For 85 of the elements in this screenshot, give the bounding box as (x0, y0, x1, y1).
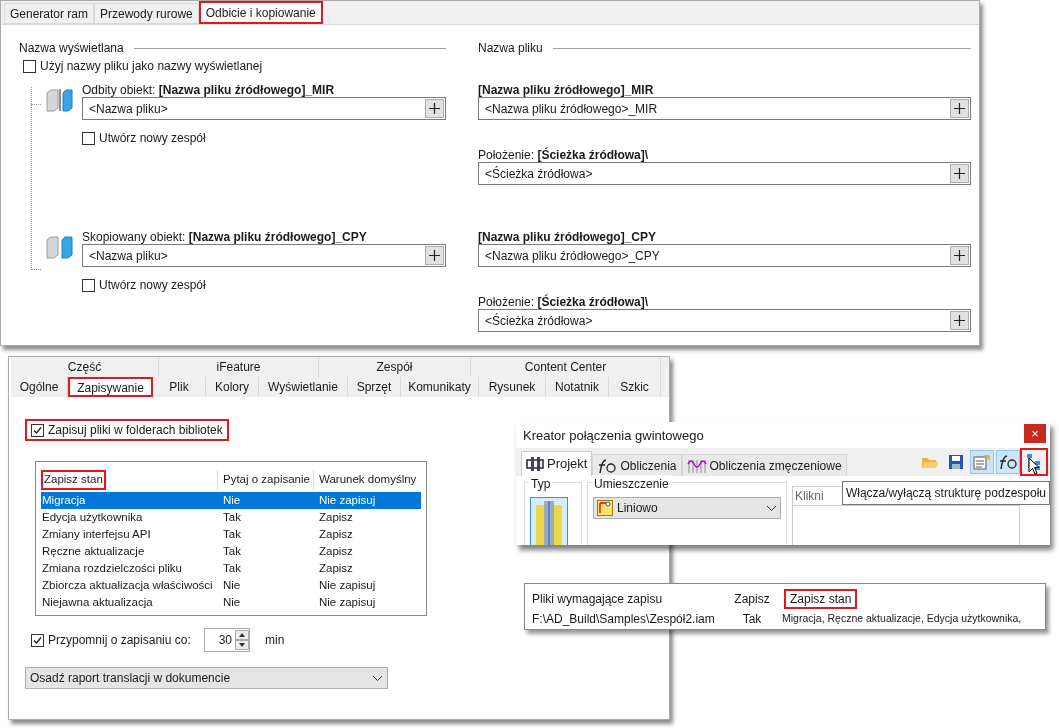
table-cell-text: Zapisz (318, 544, 354, 559)
table-cell-text: Nie (222, 578, 242, 593)
tab[interactable]: Generator ram (4, 3, 95, 24)
dropdown[interactable]: Osadź raport translacji w dokumencie (25, 667, 388, 689)
table-row[interactable]: Migracja Nie Nie zapisuj (41, 492, 421, 509)
checkbox[interactable] (31, 633, 44, 647)
table-cell-text: Zmiana rozdzielczości pliku (41, 561, 183, 576)
checkbox-label: Przypomnij o zapisaniu co: (48, 632, 191, 649)
section-heading: Nazwa pliku (478, 40, 543, 57)
column-header[interactable]: Zapisz stan (41, 470, 106, 490)
table-cell-text: Migracja (41, 493, 87, 508)
column-header[interactable]: Zapisz (724, 589, 780, 609)
field-label: [Nazwa pliku źródłowego]_CPY (478, 229, 658, 244)
toolbar-button[interactable] (996, 450, 1020, 474)
checkbox-label: Zapisuj pliki w folderach bibliotek (48, 422, 223, 439)
table-cell-text: Niejawna aktualizacja (41, 595, 154, 610)
checkbox-label: Utwórz nowy zespół (99, 130, 206, 147)
spinner-icon[interactable] (235, 630, 249, 650)
field-label: Położenie: [Ścieżka źródłowa]\ (478, 146, 650, 162)
table-cell-text: Tak (222, 544, 242, 559)
checkbox[interactable] (23, 59, 36, 73)
table-row[interactable]: Edycja użytkownika Tak Zapisz (41, 509, 421, 526)
tab[interactable]: Przewody rurowe (94, 3, 199, 24)
field-label: Położenie: [Ścieżka źródłowa]\ (478, 293, 650, 309)
bolt-icon (526, 456, 544, 472)
chevron-down-icon (766, 504, 777, 512)
table-cell-text: Nie zapisuj (318, 493, 377, 508)
table-row[interactable]: Zmiany interfejsu API Tak Zapisz (41, 526, 421, 543)
field-label: [Nazwa pliku źródłowego]_MIR (478, 82, 655, 97)
table-cell-text: Nie (222, 493, 242, 508)
spin-field[interactable]: 30 (204, 628, 250, 652)
table-row[interactable]: Zbiorcza aktualizacja właściwości Nie Nie zapisuj (41, 577, 421, 594)
checkbox[interactable] (82, 278, 95, 292)
table-row[interactable]: Niejawna aktualizacja Nie Nie zapisuj (41, 594, 421, 611)
column-header[interactable]: Zapisz stan (784, 589, 858, 609)
column-header[interactable]: Pliki wymagające zapisu (532, 589, 724, 609)
function-icon (597, 457, 618, 474)
table-cell-text: Zapisz (318, 561, 354, 576)
mouse-cursor-icon (1028, 457, 1040, 475)
field-label: Skopiowany obiekt: [Nazwa pliku źródłowego]_CPY (82, 229, 368, 244)
table-cell-text: Migracja, Ręczne aktualizacje, Edycja użytkownika, (782, 611, 1023, 627)
tooltip: Włącza/wyłączą strukturę podzespołu (841, 481, 1050, 505)
table-cell-text: Ręczne aktualizacje (41, 544, 146, 559)
linear-placement-icon (597, 500, 613, 516)
table-cell-text: Tak (222, 527, 242, 542)
column-header[interactable]: Warunek domyślny (313, 470, 423, 490)
table-cell-text: Nie (222, 595, 242, 610)
table-cell-text: Tak (222, 561, 242, 576)
window-title: Kreator połączenia gwintowego (522, 427, 704, 445)
part-icon (45, 234, 73, 260)
toolbar-button[interactable] (1022, 450, 1046, 474)
table-cell-text: Zbiorcza aktualizacja właściwości (41, 578, 214, 593)
table-row[interactable]: Zmiana rozdzielczości pliku Tak Zapisz (41, 560, 421, 577)
close-button[interactable]: × (1024, 424, 1046, 443)
table-cell-text: Edycja użytkownika (41, 510, 144, 525)
save-icon (948, 454, 964, 470)
wave-chart-icon (686, 457, 707, 474)
field-label: Odbity obiekt: [Nazwa pliku źródłowego]_MIR (82, 82, 336, 97)
tab[interactable]: Odbicie i kopiowanie (198, 1, 323, 24)
table-cell-text: Zapisz (318, 510, 354, 525)
chevron-down-icon (372, 674, 383, 682)
checkbox[interactable] (82, 131, 95, 145)
checkbox[interactable] (31, 423, 44, 437)
checkbox-label: Utwórz nowy zespół (99, 277, 206, 294)
properties-icon (973, 454, 991, 470)
tab[interactable]: Obliczenia (592, 454, 682, 476)
tab[interactable]: Obliczenia zmęczeniowe (681, 454, 847, 476)
table-cell-text: Tak (222, 510, 242, 525)
tab[interactable]: Zapisywanie (68, 377, 153, 397)
table-cell-text: Zmiany interfejsu API (41, 527, 152, 542)
table-cell-text: Nie zapisuj (318, 595, 377, 610)
unit-label: min (265, 632, 285, 649)
table-cell-text: F:\AD_Build\Samples\Zespół2.iam (532, 611, 716, 628)
column-header[interactable]: Pytaj o zapisanie (217, 470, 313, 490)
table-cell-text: Tak (741, 611, 763, 628)
table-cell-text: Zapisz (318, 527, 354, 542)
tab[interactable]: Projekt (521, 451, 593, 476)
bolt-joint-icon[interactable] (530, 497, 568, 545)
section-heading: Nazwa wyświetlana (19, 40, 124, 57)
checkbox-label: Użyj nazwy pliku jako nazwy wyświetlanej (40, 58, 263, 75)
dropdown[interactable]: Liniowo (593, 497, 781, 519)
table-cell-text: Nie zapisuj (318, 578, 377, 593)
table-row[interactable]: Ręczne aktualizacje Tak Zapisz (41, 543, 421, 560)
part-icon (45, 87, 73, 113)
function-icon (998, 454, 1018, 470)
